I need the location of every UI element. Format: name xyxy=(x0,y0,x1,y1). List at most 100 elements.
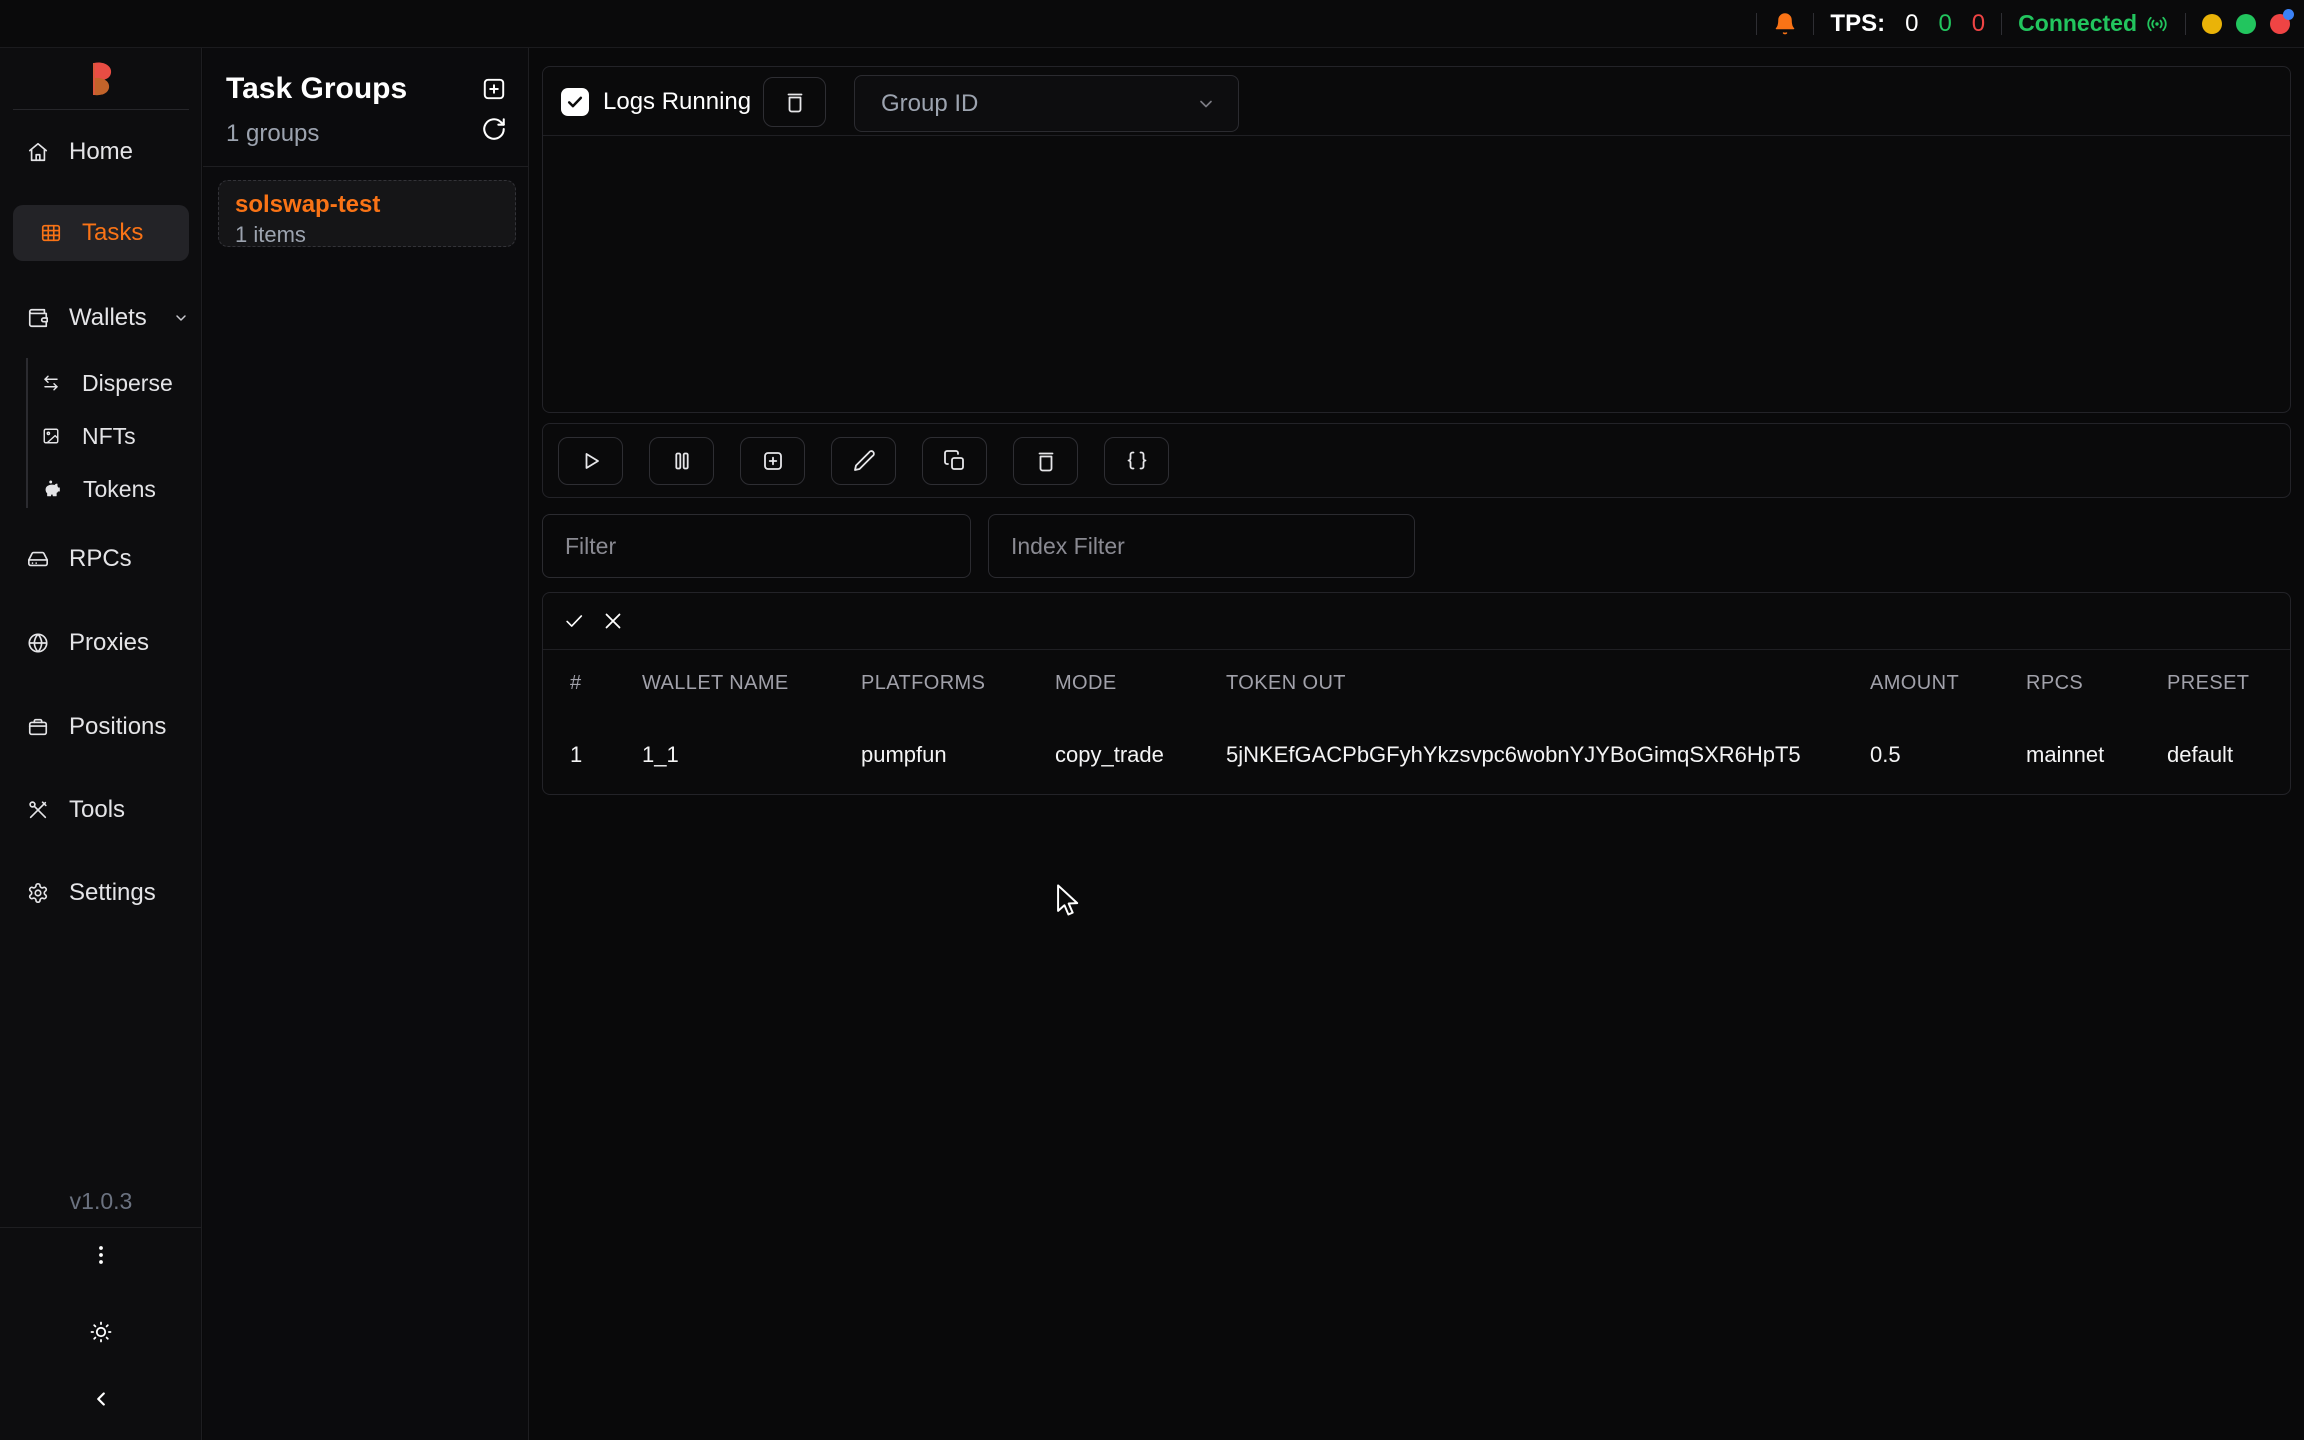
cell-preset: default xyxy=(2167,742,2290,768)
sidebar-item-label: RPCs xyxy=(69,545,132,573)
main-content: Logs Running Group ID xyxy=(530,48,2304,1440)
sidebar-item-label: Home xyxy=(69,138,133,166)
sun-icon xyxy=(89,1320,113,1344)
check-icon xyxy=(565,92,585,112)
sidebar-item-rpcs[interactable]: RPCs xyxy=(0,531,202,587)
cell-token-out: 5jNKEfGACPbGFyhYkzsvpc6wobnYJYBoGimqSXR6… xyxy=(1226,742,1870,768)
tasks-table: # WALLET NAME PLATFORMS MODE TOKEN OUT A… xyxy=(542,592,2291,795)
briefcase-icon xyxy=(27,716,49,738)
chevron-down-icon xyxy=(1196,94,1216,114)
trash-icon xyxy=(1034,449,1058,473)
signal-icon xyxy=(2145,12,2169,36)
window-controls xyxy=(2202,14,2290,34)
logs-header: Logs Running Group ID xyxy=(543,67,2290,136)
theme-toggle-button[interactable] xyxy=(0,1320,202,1344)
tps-success: 0 xyxy=(1938,10,1951,38)
edit-json-button[interactable] xyxy=(1104,437,1169,485)
column-header: PRESET xyxy=(2167,672,2290,695)
image-icon xyxy=(42,427,60,445)
piggy-bank-icon xyxy=(42,480,61,499)
window-maximize-dot[interactable] xyxy=(2236,14,2256,34)
tps-fail: 0 xyxy=(1972,10,1985,38)
table-actions-bar xyxy=(543,593,2290,650)
sidebar-item-nfts[interactable]: NFTs xyxy=(0,408,202,464)
add-group-button[interactable] xyxy=(481,76,507,102)
logs-output-area xyxy=(543,136,2290,413)
cell-wallet-name: 1_1 xyxy=(642,742,861,768)
delete-task-button[interactable] xyxy=(1013,437,1078,485)
disperse-arrows-icon xyxy=(42,374,60,392)
topbar-separator xyxy=(1813,13,1814,35)
logs-running-checkbox[interactable] xyxy=(561,88,589,116)
copy-icon xyxy=(943,449,967,473)
panel-divider xyxy=(203,166,529,167)
column-header: RPCS xyxy=(2026,672,2167,695)
cell-amount: 0.5 xyxy=(1870,742,2026,768)
sidebar-item-label: Tools xyxy=(69,796,125,824)
topbar-separator xyxy=(2185,13,2186,35)
column-header: PLATFORMS xyxy=(861,672,1055,695)
sidebar-item-positions[interactable]: Positions xyxy=(0,699,202,755)
sidebar-item-label: NFTs xyxy=(82,423,136,450)
plus-square-icon xyxy=(481,76,507,102)
sidebar-item-settings[interactable]: Settings xyxy=(0,865,202,921)
table-row[interactable]: 1 1_1 pumpfun copy_trade 5jNKEfGACPbGFyh… xyxy=(543,716,2290,794)
table-header-row: # WALLET NAME PLATFORMS MODE TOKEN OUT A… xyxy=(543,650,2290,716)
x-icon xyxy=(601,609,625,633)
braces-icon xyxy=(1125,449,1149,473)
task-group-item[interactable]: solswap-test 1 items xyxy=(218,180,516,247)
notification-bell-icon[interactable] xyxy=(1773,12,1797,36)
more-options-button[interactable] xyxy=(0,1243,202,1267)
select-all-button[interactable] xyxy=(563,610,585,632)
window-minimize-dot[interactable] xyxy=(2202,14,2222,34)
logs-panel: Logs Running Group ID xyxy=(542,66,2291,413)
sidebar-item-tokens[interactable]: Tokens xyxy=(0,461,202,517)
group-id-select[interactable]: Group ID xyxy=(854,75,1239,132)
refresh-icon xyxy=(481,116,507,142)
pencil-icon xyxy=(852,449,876,473)
start-tasks-button[interactable] xyxy=(558,437,623,485)
cell-index: 1 xyxy=(570,742,642,768)
tps-total: 0 xyxy=(1905,10,1918,38)
sidebar-item-disperse[interactable]: Disperse xyxy=(0,355,202,411)
sidebar-item-label: Proxies xyxy=(69,629,149,657)
pause-icon xyxy=(670,449,694,473)
task-groups-count: 1 groups xyxy=(226,120,319,148)
sidebar-item-tasks[interactable]: Tasks xyxy=(13,205,189,261)
app-version: v1.0.3 xyxy=(0,1188,202,1215)
filter-input[interactable] xyxy=(542,514,971,578)
deselect-all-button[interactable] xyxy=(601,609,625,633)
sidebar-divider xyxy=(13,109,189,110)
duplicate-task-button[interactable] xyxy=(922,437,987,485)
window-close-dot[interactable] xyxy=(2270,14,2290,34)
app-logo xyxy=(0,60,202,98)
pause-tasks-button[interactable] xyxy=(649,437,714,485)
gear-icon xyxy=(27,882,49,904)
plus-square-icon xyxy=(761,449,785,473)
connection-status-text: Connected xyxy=(2018,10,2137,37)
column-header: WALLET NAME xyxy=(642,672,861,695)
sidebar-item-wallets[interactable]: Wallets xyxy=(0,290,202,346)
topbar-separator xyxy=(2001,13,2002,35)
add-task-button[interactable] xyxy=(740,437,805,485)
group-id-select-value: Group ID xyxy=(881,90,978,118)
trash-icon xyxy=(783,90,807,114)
wallet-icon xyxy=(27,307,49,329)
edit-task-button[interactable] xyxy=(831,437,896,485)
kebab-menu-icon xyxy=(89,1243,113,1267)
check-icon xyxy=(563,610,585,632)
sidebar: Home Tasks Wallets Disperse NFTs xyxy=(0,48,202,1440)
refresh-groups-button[interactable] xyxy=(481,116,507,142)
clear-logs-button[interactable] xyxy=(763,77,826,127)
sidebar-item-home[interactable]: Home xyxy=(0,124,202,180)
sidebar-item-label: Settings xyxy=(69,879,156,907)
sidebar-item-label: Tasks xyxy=(82,219,143,247)
index-filter-input[interactable] xyxy=(988,514,1415,578)
sidebar-item-tools[interactable]: Tools xyxy=(0,782,202,838)
collapse-sidebar-button[interactable] xyxy=(0,1388,202,1410)
hard-drive-icon xyxy=(27,548,49,570)
tools-icon xyxy=(27,799,49,821)
tps-label: TPS: xyxy=(1830,10,1885,38)
sidebar-item-proxies[interactable]: Proxies xyxy=(0,615,202,671)
sidebar-divider xyxy=(0,1227,202,1228)
